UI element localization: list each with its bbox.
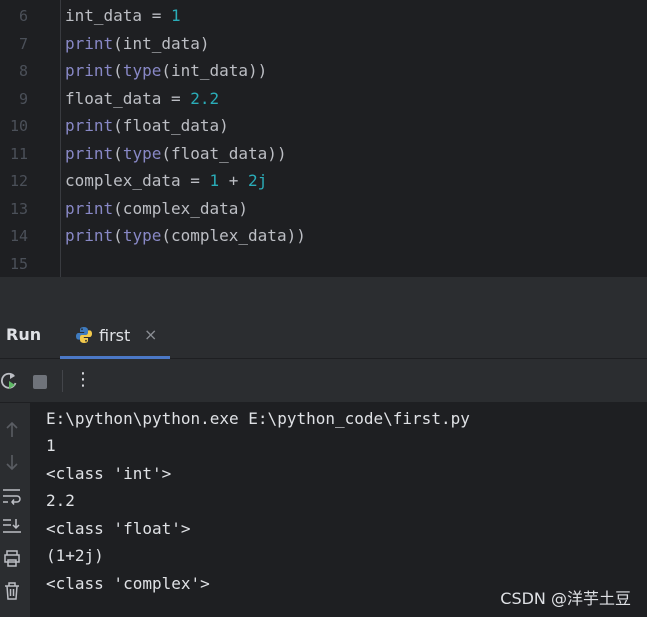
print-icon[interactable]	[2, 549, 22, 571]
code-number: 2j	[248, 171, 268, 190]
stop-icon[interactable]	[32, 374, 48, 394]
close-icon[interactable]: ×	[144, 325, 157, 344]
code-number: 1	[170, 6, 181, 25]
code-text: (float_data)	[113, 116, 229, 135]
code-line[interactable]: float_data = 2.2	[65, 89, 219, 109]
console-line: (1+2j)	[46, 546, 104, 565]
code-text: (int_data))	[161, 61, 268, 80]
line-number: 13	[9, 200, 28, 218]
code-keyword: type	[122, 144, 162, 163]
code-line[interactable]: print(float_data)	[65, 116, 229, 136]
soft-wrap-icon[interactable]	[2, 487, 22, 509]
panel-splitter[interactable]	[0, 278, 647, 309]
code-number: 1	[209, 171, 220, 190]
console-side-toolbar	[0, 403, 30, 617]
line-number: 6	[18, 7, 28, 25]
rerun-icon[interactable]	[0, 371, 20, 395]
line-number: 15	[9, 255, 28, 273]
code-keyword: type	[122, 61, 162, 80]
code-text: (int_data)	[113, 34, 210, 53]
run-panel-title: Run	[6, 325, 42, 344]
code-keyword: print	[65, 199, 114, 218]
tab-first[interactable]: first ×	[60, 317, 170, 359]
code-text: +	[219, 171, 249, 190]
line-number: 10	[9, 117, 28, 135]
line-number: 8	[18, 62, 28, 80]
console-line: <class 'float'>	[46, 519, 191, 538]
code-line[interactable]: print(complex_data)	[65, 199, 248, 219]
code-keyword: print	[65, 226, 114, 245]
code-line[interactable]: int_data = 1	[65, 6, 181, 26]
code-text: (complex_data))	[161, 226, 306, 245]
code-text: (float_data))	[161, 144, 287, 163]
console-line: <class 'complex'>	[46, 574, 210, 593]
code-text: (	[113, 226, 123, 245]
run-toolbar: ⋮	[0, 359, 647, 403]
down-arrow-icon[interactable]	[4, 453, 20, 475]
code-keyword: type	[122, 226, 162, 245]
code-keyword: print	[65, 61, 114, 80]
code-number: 2.2	[190, 89, 220, 108]
console-line: 1	[46, 436, 56, 455]
code-keyword: print	[65, 144, 114, 163]
console-line: 2.2	[46, 491, 75, 510]
code-line[interactable]: print(type(int_data))	[65, 61, 267, 81]
code-keyword: print	[65, 116, 114, 135]
more-options-icon[interactable]: ⋮	[74, 369, 92, 390]
scroll-to-end-icon[interactable]	[2, 517, 22, 539]
line-number: 7	[18, 35, 28, 53]
tab-label: first	[99, 326, 131, 345]
toolbar-separator	[62, 370, 63, 392]
code-text: (complex_data)	[113, 199, 249, 218]
code-keyword: print	[65, 34, 114, 53]
console-line: E:\python\python.exe E:\python_code\firs…	[46, 409, 470, 428]
line-number: 12	[9, 172, 28, 190]
code-editor[interactable]: 6 7 8 9 10 11 12 13 14 15 int_data = 1 print(int_d…	[0, 0, 647, 278]
line-number: 9	[18, 90, 28, 108]
code-text: int_data =	[65, 6, 171, 25]
line-number: 14	[9, 227, 28, 245]
code-text: float_data =	[65, 89, 191, 108]
up-arrow-icon[interactable]	[4, 421, 20, 443]
console-line: <class 'int'>	[46, 464, 172, 483]
line-number-gutter: 6 7 8 9 10 11 12 13 14 15	[0, 0, 61, 278]
code-text: (	[113, 61, 123, 80]
code-text: complex_data =	[65, 171, 210, 190]
code-text: (	[113, 144, 123, 163]
code-line[interactable]: complex_data = 1 + 2j	[65, 171, 267, 191]
line-number: 11	[9, 145, 28, 163]
code-line[interactable]: print(int_data)	[65, 34, 210, 54]
watermark: CSDN @洋芋土豆	[500, 589, 631, 608]
code-line[interactable]: print(type(complex_data))	[65, 226, 306, 246]
trash-icon[interactable]	[3, 581, 21, 605]
python-icon	[75, 326, 93, 344]
run-tool-window-header: Run first ×	[0, 309, 647, 359]
code-line[interactable]: print(type(float_data))	[65, 144, 287, 164]
